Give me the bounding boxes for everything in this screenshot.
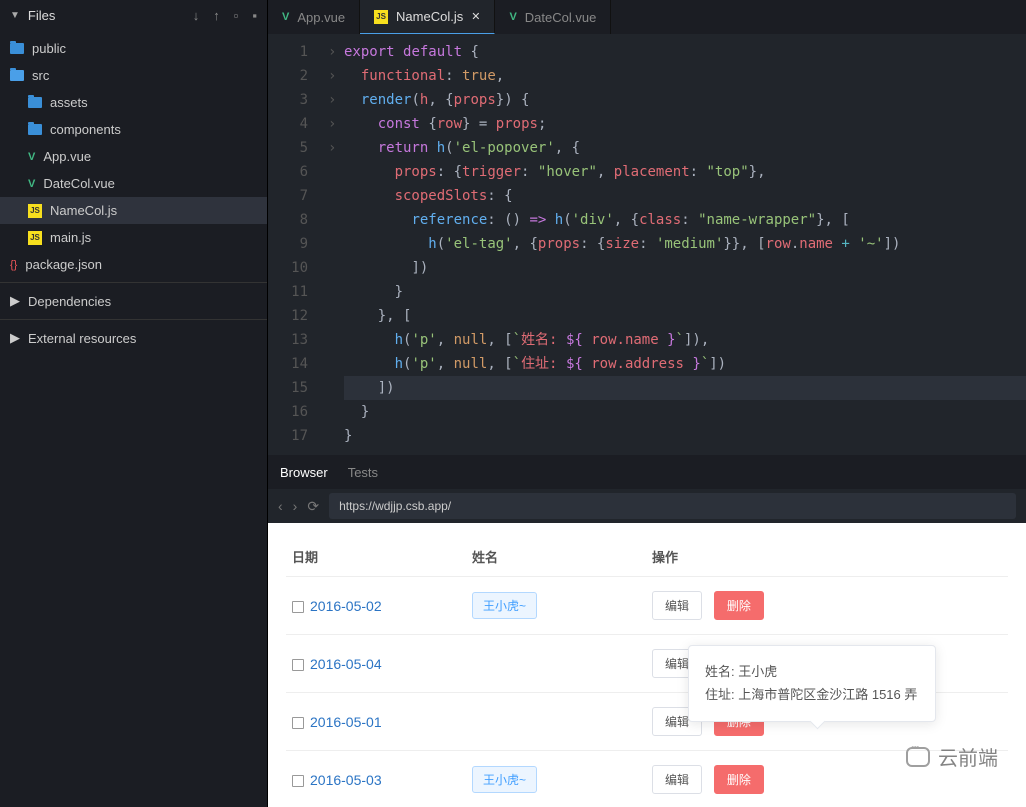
popover-addr: 住址: 上海市普陀区金沙江路 1516 弄 <box>705 683 919 706</box>
tree-item[interactable]: public <box>0 35 267 62</box>
name-cell <box>466 693 646 751</box>
url-input[interactable] <box>329 493 1016 519</box>
tree-item-label: assets <box>50 95 88 110</box>
forward-icon[interactable]: › <box>293 498 298 514</box>
upload-icon[interactable]: ↑ <box>213 8 220 23</box>
tree-item[interactable]: JS main.js <box>0 224 267 251</box>
code-body[interactable]: export default { functional: true, rende… <box>344 34 1026 455</box>
date-cell: 2016-05-02 <box>286 577 466 635</box>
editor-tab[interactable]: V DateCol.vue <box>495 0 611 34</box>
ext-label: External resources <box>28 331 136 346</box>
fold-gutter: ››››› <box>328 34 344 455</box>
col-action: 操作 <box>646 537 1008 577</box>
tree-item-label: public <box>32 41 66 56</box>
files-header: ▼ Files ↓ ↑ ▫ ▪ <box>0 0 267 31</box>
action-cell: 编辑 删除 <box>646 577 1008 635</box>
new-file-icon[interactable]: ▫ <box>234 8 239 23</box>
col-name: 姓名 <box>466 537 646 577</box>
tree-item[interactable]: V App.vue <box>0 143 267 170</box>
preview-tabs: Browser Tests <box>268 455 1026 489</box>
watermark: 云前端 <box>906 742 998 771</box>
delete-button[interactable]: 删除 <box>714 591 764 620</box>
main-area: V App.vue JS NameCol.js ✕ V DateCol.vue 123… <box>268 0 1026 807</box>
vue-icon: V <box>282 11 289 23</box>
name-tag[interactable]: 王小虎~ <box>472 766 537 793</box>
deps-section[interactable]: ▶ Dependencies <box>0 282 267 319</box>
watermark-text: 云前端 <box>938 742 998 771</box>
popover: 姓名: 王小虎 住址: 上海市普陀区金沙江路 1516 弄 <box>688 645 936 722</box>
js-icon: JS <box>28 204 42 218</box>
preview-panel: Browser Tests ‹ › ⟳ 日期 姓名 操作 2016-05-02 … <box>268 455 1026 807</box>
calendar-icon <box>292 717 304 729</box>
table-row: 2016-05-03 王小虎~ 编辑 删除 <box>286 751 1008 807</box>
tab-label: App.vue <box>297 10 345 25</box>
tree-item-label: package.json <box>25 257 102 272</box>
chevron-down-icon[interactable]: ▼ <box>10 10 20 21</box>
files-title: Files <box>28 8 179 23</box>
tree-item[interactable]: {} package.json <box>0 251 267 278</box>
popover-name: 姓名: 王小虎 <box>705 660 919 683</box>
tab-label: NameCol.js <box>396 9 463 24</box>
tab-browser[interactable]: Browser <box>280 465 328 480</box>
tree-item-label: NameCol.js <box>50 203 117 218</box>
calendar-icon <box>292 775 304 787</box>
name-tag[interactable]: 王小虎~ <box>472 592 537 619</box>
editor-tabs: V App.vue JS NameCol.js ✕ V DateCol.vue <box>268 0 1026 34</box>
deps-label: Dependencies <box>28 294 111 309</box>
tab-tests[interactable]: Tests <box>348 465 378 480</box>
browser-content: 日期 姓名 操作 2016-05-02 王小虎~ 编辑 删除 2016-05-0… <box>268 523 1026 807</box>
tree-item[interactable]: JS NameCol.js <box>0 197 267 224</box>
vue-icon: V <box>28 151 35 163</box>
calendar-icon <box>292 601 304 613</box>
calendar-icon <box>292 659 304 671</box>
table-row: 2016-05-02 王小虎~ 编辑 删除 <box>286 577 1008 635</box>
editor-tab[interactable]: JS NameCol.js ✕ <box>360 0 495 34</box>
url-bar: ‹ › ⟳ <box>268 489 1026 523</box>
file-sidebar: ▼ Files ↓ ↑ ▫ ▪ public src assets compon… <box>0 0 268 807</box>
edit-button[interactable]: 编辑 <box>652 591 702 620</box>
col-date: 日期 <box>286 537 466 577</box>
tree-item-label: components <box>50 122 121 137</box>
vue-icon: V <box>28 178 35 190</box>
chevron-right-icon: ▶ <box>10 330 20 346</box>
wechat-icon <box>906 747 930 767</box>
json-icon: {} <box>10 259 17 271</box>
folder-icon <box>10 43 24 54</box>
tree-item-label: src <box>32 68 49 83</box>
tree-item-label: App.vue <box>43 149 91 164</box>
js-icon: JS <box>28 231 42 245</box>
editor-tab[interactable]: V App.vue <box>268 0 360 34</box>
tree-item[interactable]: assets <box>0 89 267 116</box>
tree-item[interactable]: src <box>0 62 267 89</box>
tree-item-label: DateCol.vue <box>43 176 115 191</box>
name-cell: 王小虎~ <box>466 577 646 635</box>
date-cell: 2016-05-03 <box>286 751 466 807</box>
date-cell: 2016-05-04 <box>286 635 466 693</box>
back-icon[interactable]: ‹ <box>278 498 283 514</box>
reload-icon[interactable]: ⟳ <box>307 498 319 515</box>
tree-item[interactable]: components <box>0 116 267 143</box>
name-cell: 王小虎~ <box>466 751 646 807</box>
file-tree: public src assets components VApp.vue VD… <box>0 31 267 282</box>
tab-label: DateCol.vue <box>525 10 597 25</box>
tree-item[interactable]: V DateCol.vue <box>0 170 267 197</box>
edit-button[interactable]: 编辑 <box>652 765 702 794</box>
download-icon[interactable]: ↓ <box>193 8 200 23</box>
close-icon[interactable]: ✕ <box>471 10 480 23</box>
date-cell: 2016-05-01 <box>286 693 466 751</box>
code-editor[interactable]: 1234567891011121314151617 ››››› export d… <box>268 34 1026 455</box>
vue-icon: V <box>509 11 516 23</box>
tree-item-label: main.js <box>50 230 91 245</box>
folder-icon <box>28 124 42 135</box>
ext-section[interactable]: ▶ External resources <box>0 319 267 356</box>
js-icon: JS <box>374 10 388 24</box>
delete-button[interactable]: 删除 <box>714 765 764 794</box>
chevron-right-icon: ▶ <box>10 293 20 309</box>
folder-icon <box>28 97 42 108</box>
name-cell <box>466 635 646 693</box>
folder-open-icon <box>10 70 24 81</box>
new-folder-icon[interactable]: ▪ <box>252 8 257 23</box>
line-gutter: 1234567891011121314151617 <box>268 34 328 455</box>
